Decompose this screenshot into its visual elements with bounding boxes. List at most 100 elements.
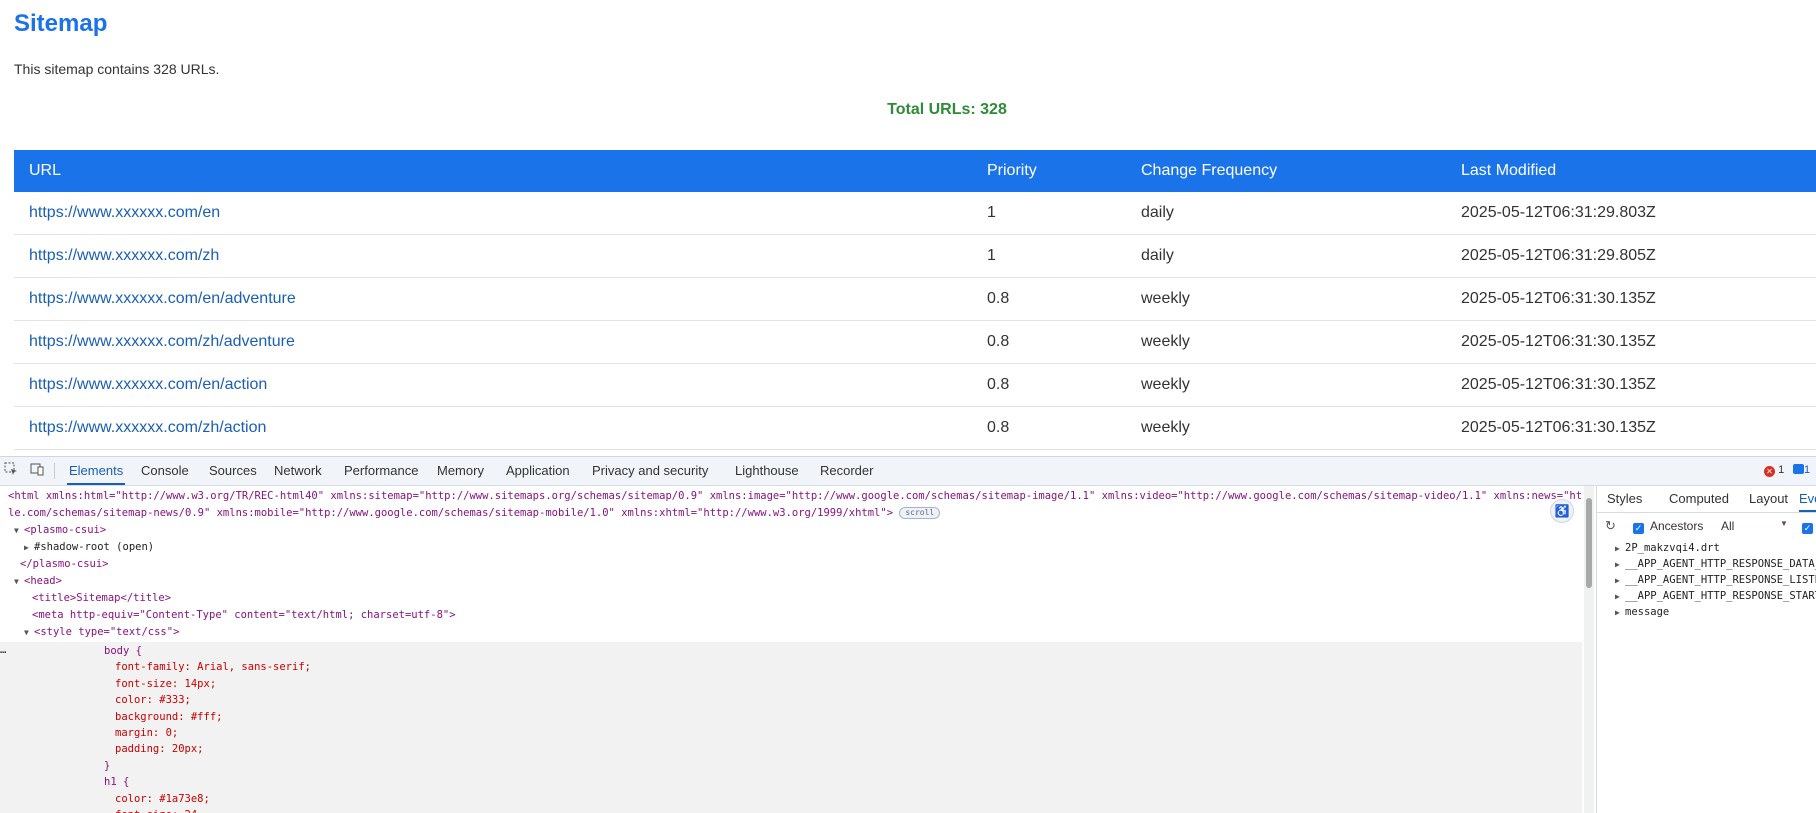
expand-triangle-icon[interactable]: ▼ — [14, 573, 24, 590]
ancestors-checkbox[interactable]: ✓ — [1633, 519, 1644, 534]
url-link[interactable]: https://www.xxxxxx.com/en/action — [29, 364, 267, 406]
device-toolbar-icon[interactable] — [29, 462, 45, 478]
last-modified-cell: 2025-05-12T06:31:30.135Z — [1461, 290, 1656, 307]
column-header-url: URL — [29, 162, 62, 179]
event-listener-item[interactable]: ▶ __APP_AGENT_HTTP_RESPONSE_START_ — [1615, 588, 1816, 604]
dom-node-style[interactable]: ▼ <style type="text/css"> — [24, 624, 179, 641]
change-frequency-cell: weekly — [1141, 376, 1190, 393]
event-listener-item[interactable]: ▶ message — [1615, 604, 1669, 620]
css-declaration-line: margin: 0; — [115, 727, 179, 739]
priority-cell: 0.8 — [987, 419, 1010, 436]
page-viewport: Sitemap This sitemap contains 328 URLs. … — [0, 0, 1816, 456]
tab-layout[interactable]: Layout — [1749, 486, 1788, 512]
tab-computed[interactable]: Computed — [1669, 486, 1729, 512]
devtools-tab-bar: Elements Console Sources Network Perform… — [0, 457, 1816, 486]
framework-listeners-checkbox[interactable]: ✓ — [1802, 519, 1813, 534]
event-listener-item[interactable]: ▶ 2P_makzvqi4.drt — [1615, 540, 1720, 556]
url-link[interactable]: https://www.xxxxxx.com/zh/action — [29, 407, 266, 449]
css-declaration-line: color: #1a73e8; — [115, 792, 210, 805]
check-icon: ✓ — [1802, 523, 1813, 534]
css-declaration-line: font-size: 24 — [115, 807, 197, 813]
sitemap-description: This sitemap contains 328 URLs. — [14, 61, 220, 77]
dom-node-meta[interactable]: <meta http-equiv="Content-Type" content=… — [32, 607, 456, 624]
meta-tag: <meta http-equiv="Content-Type" content=… — [32, 609, 456, 621]
style-open-tag: <style type="text/css"> — [34, 626, 180, 638]
collapse-triangle-icon[interactable]: ▶ — [1615, 605, 1625, 621]
collapse-triangle-icon[interactable]: ▶ — [1615, 557, 1625, 573]
tab-application[interactable]: Application — [504, 457, 572, 485]
url-link[interactable]: https://www.xxxxxx.com/zh/adventure — [29, 321, 295, 363]
event-listener-item[interactable]: ▶ __APP_AGENT_HTTP_RESPONSE_DATA_L — [1615, 556, 1816, 572]
url-link[interactable]: https://www.xxxxxx.com/zh — [29, 235, 219, 277]
dom-scrollbar[interactable] — [1584, 486, 1594, 813]
html-open-tag: <html xmlns:html="http://www.w3.org/TR/R… — [8, 490, 1582, 502]
shadow-root-label: #shadow-root (open) — [34, 541, 155, 553]
collapse-triangle-icon[interactable]: ▶ — [1615, 573, 1625, 589]
collapse-triangle-icon[interactable]: ▶ — [1615, 541, 1625, 557]
refresh-icon[interactable]: ↻ — [1605, 518, 1616, 534]
dom-tree[interactable]: <html xmlns:html="http://www.w3.org/TR/R… — [0, 486, 1582, 813]
html-open-tag-continued: le.com/schemas/sitemap-news/0.9" xmlns:m… — [8, 507, 894, 519]
scroll-badge[interactable]: scroll — [899, 507, 941, 519]
tab-styles[interactable]: Styles — [1607, 486, 1642, 512]
event-listener-name: __APP_AGENT_HTTP_RESPONSE_DATA_L — [1625, 558, 1816, 570]
sidebar-tab-bar: Styles Computed Layout Eve — [1597, 486, 1816, 513]
expand-triangle-icon[interactable]: ▼ — [14, 522, 24, 539]
total-urls: Total URLs: 328 — [887, 101, 1007, 118]
dom-node-html-continued[interactable]: le.com/schemas/sitemap-news/0.9" xmlns:m… — [8, 505, 941, 522]
last-modified-cell: 2025-05-12T06:31:29.805Z — [1461, 247, 1656, 264]
css-declaration-line: padding: 20px; — [115, 743, 204, 756]
dom-node-shadow-root[interactable]: ▶ #shadow-root (open) — [24, 539, 154, 556]
error-count-badge[interactable]: ✕ 1 — [1764, 464, 1784, 477]
url-link[interactable]: https://www.xxxxxx.com/en — [29, 192, 220, 234]
tab-event-listeners[interactable]: Eve — [1799, 486, 1816, 512]
selected-node-ellipsis[interactable]: … — [0, 642, 6, 658]
accessibility-tree-icon[interactable]: ♿ — [1550, 499, 1574, 523]
listener-filter-select[interactable]: All — [1721, 519, 1734, 533]
css-declaration-line: font-family: Arial, sans-serif; — [115, 661, 311, 674]
priority-cell: 0.8 — [987, 333, 1010, 350]
dom-node-title[interactable]: <title>Sitemap</title> — [32, 590, 171, 607]
inspect-element-icon[interactable] — [3, 462, 19, 478]
css-selector-line: h1 { — [104, 776, 130, 789]
last-modified-cell: 2025-05-12T06:31:30.135Z — [1461, 376, 1656, 393]
style-text-node[interactable]: … body {font-family: Arial, sans-serif; f… — [0, 642, 1582, 813]
tab-memory[interactable]: Memory — [435, 457, 486, 485]
dom-node-plasmo-close[interactable]: </plasmo-csui> — [20, 556, 109, 573]
tab-network[interactable]: Network — [272, 457, 324, 485]
last-modified-cell: 2025-05-12T06:31:30.135Z — [1461, 419, 1656, 436]
tab-performance[interactable]: Performance — [342, 457, 420, 485]
tab-console[interactable]: Console — [139, 457, 191, 485]
chevron-down-icon[interactable]: ▼ — [1780, 519, 1788, 528]
change-frequency-cell: weekly — [1141, 290, 1190, 307]
event-listener-name: 2P_makzvqi4.drt — [1625, 542, 1720, 554]
dom-node-head[interactable]: ▼ <head> — [14, 573, 62, 590]
css-declaration-line: font-size: 14px; — [115, 677, 217, 690]
tab-elements[interactable]: Elements — [67, 457, 126, 485]
expand-triangle-icon[interactable]: ▼ — [24, 624, 34, 641]
message-count-badge[interactable]: 1 — [1793, 464, 1810, 476]
event-listener-item[interactable]: ▶ __APP_AGENT_HTTP_RESPONSE_LISTEN — [1615, 572, 1816, 588]
scrollbar-thumb[interactable] — [1586, 498, 1592, 588]
event-listener-name: __APP_AGENT_HTTP_RESPONSE_LISTEN — [1625, 574, 1816, 586]
dom-node-plasmo-csui[interactable]: ▼ <plasmo-csui> — [14, 522, 106, 539]
tab-sources[interactable]: Sources — [207, 457, 259, 485]
event-listener-name: __APP_AGENT_HTTP_RESPONSE_START_ — [1625, 590, 1816, 602]
toolbar-divider — [54, 463, 55, 479]
dom-node-html[interactable]: <html xmlns:html="http://www.w3.org/TR/R… — [8, 488, 1582, 505]
collapse-triangle-icon[interactable]: ▶ — [24, 539, 34, 556]
error-count: 1 — [1778, 464, 1785, 476]
priority-cell: 1 — [987, 247, 996, 264]
check-icon: ✓ — [1633, 523, 1644, 534]
tab-lighthouse[interactable]: Lighthouse — [733, 457, 801, 485]
collapse-triangle-icon[interactable]: ▶ — [1615, 589, 1625, 605]
table-header: URL Priority Change Frequency Last Modif… — [14, 150, 1816, 192]
sidebar-pane: Styles Computed Layout Eve ↻ ✓ Ancestors… — [1596, 486, 1816, 813]
plasmo-close-tag: </plasmo-csui> — [20, 558, 109, 570]
url-link[interactable]: https://www.xxxxxx.com/en/adventure — [29, 278, 296, 320]
column-header-last-modified: Last Modified — [1461, 162, 1557, 179]
message-icon — [1793, 464, 1804, 474]
tab-privacy-and-security[interactable]: Privacy and security — [590, 457, 710, 485]
change-frequency-cell: weekly — [1141, 419, 1190, 436]
tab-recorder[interactable]: Recorder — [818, 457, 875, 485]
